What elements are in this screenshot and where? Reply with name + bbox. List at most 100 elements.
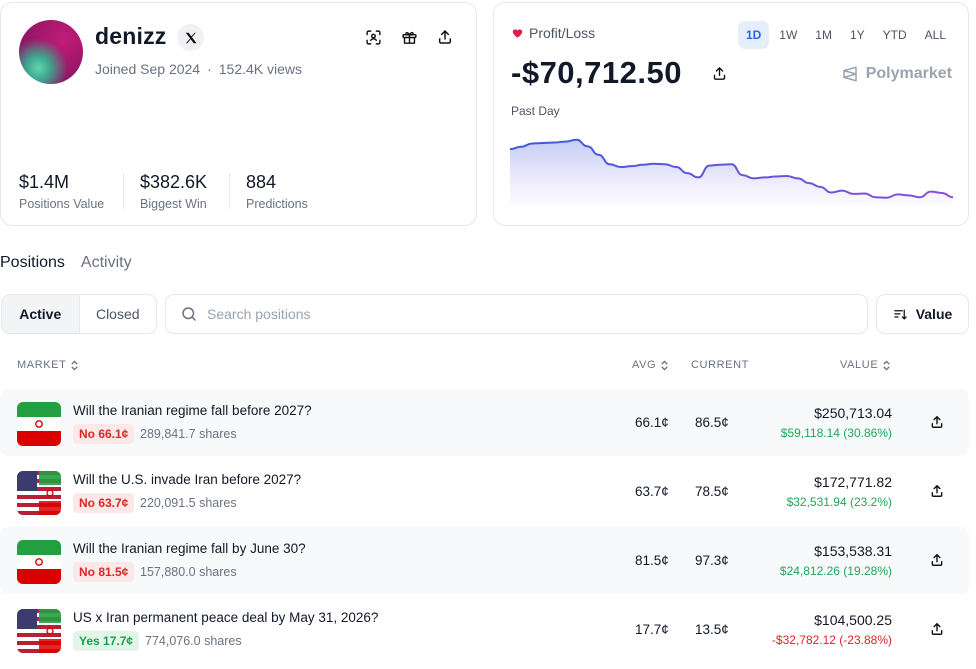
share-position-button[interactable] xyxy=(930,622,944,636)
stat-biggest-win: $382.6K Biggest Win xyxy=(140,171,207,211)
position-pnl: $59,118.14 (30.86%) xyxy=(780,426,892,440)
position-value: $153,538.31 xyxy=(814,543,892,559)
us-iran-flag-icon xyxy=(17,471,61,515)
share-position-button[interactable] xyxy=(930,484,944,498)
share-count: 157,880.0 shares xyxy=(140,565,237,579)
sort-label: Value xyxy=(915,306,953,322)
stat-value: 884 xyxy=(246,172,277,192)
avatar[interactable] xyxy=(19,20,83,84)
tab-positions[interactable]: Positions xyxy=(0,254,65,272)
market-title[interactable]: Will the Iranian regime fall by June 30? xyxy=(73,541,306,556)
search-input[interactable] xyxy=(207,306,847,322)
market-title[interactable]: Will the U.S. invade Iran before 2027? xyxy=(73,472,301,487)
share-icon xyxy=(930,554,944,571)
outcome-badge: No 66.1¢ xyxy=(73,424,135,444)
stat-label: Positions Value xyxy=(19,197,105,211)
scan-button[interactable] xyxy=(363,27,383,47)
stat-predictions: 884 Predictions xyxy=(246,171,308,211)
share-count: 774,076.0 shares xyxy=(145,634,242,648)
sort-chevrons-icon xyxy=(71,359,79,371)
filter-active-button[interactable]: Active xyxy=(2,295,80,333)
us-iran-flag-icon xyxy=(17,609,61,653)
joined-date: Joined Sep 2024 xyxy=(95,61,201,77)
position-pnl: -$32,782.12 (-23.88%) xyxy=(771,633,892,647)
chart-range-label: Past Day xyxy=(511,104,560,118)
column-header-current: CURRENT xyxy=(691,359,749,371)
view-count: 152.4K views xyxy=(218,61,303,77)
filter-closed-button[interactable]: Closed xyxy=(80,295,157,333)
position-pnl: $24,812.26 (19.28%) xyxy=(779,564,892,578)
avg-price: 63.7¢ xyxy=(635,484,669,499)
search-box xyxy=(165,294,868,334)
timeframe-all[interactable]: ALL xyxy=(917,21,954,49)
sort-icon xyxy=(893,309,907,320)
position-value: $172,771.82 xyxy=(814,474,892,490)
table-row[interactable]: US x Iran permanent peace deal by May 31… xyxy=(0,596,969,663)
share-position-button[interactable] xyxy=(930,553,944,567)
outcome-badge: Yes 17.7¢ xyxy=(73,631,140,651)
iran-flag-icon xyxy=(17,540,61,584)
search-icon xyxy=(180,305,198,323)
stat-divider xyxy=(123,173,124,209)
current-price: 13.5¢ xyxy=(695,622,729,637)
pnl-header: Profit/Loss xyxy=(512,25,595,41)
pnl-value: -$70,712.50 xyxy=(511,55,682,90)
sort-chevrons-icon xyxy=(661,359,668,371)
stat-value: $382.6K xyxy=(140,172,208,192)
sort-button[interactable]: Value xyxy=(876,294,969,334)
column-header-avg[interactable]: AVG xyxy=(632,359,669,371)
share-icon xyxy=(713,67,726,80)
market-title[interactable]: US x Iran permanent peace deal by May 31… xyxy=(73,610,378,625)
position-pnl: $32,531.94 (23.2%) xyxy=(786,495,892,509)
pnl-area-chart[interactable] xyxy=(510,131,953,205)
position-value: $104,500.25 xyxy=(814,612,892,628)
brand: Polymarket xyxy=(841,65,952,83)
outcome-badge: No 63.7¢ xyxy=(73,493,135,513)
brand-name: Polymarket xyxy=(865,65,952,82)
timeframe-1y[interactable]: 1Y xyxy=(842,21,873,49)
timeframe-1m[interactable]: 1M xyxy=(807,21,840,49)
avg-price: 66.1¢ xyxy=(635,415,669,430)
current-price: 78.5¢ xyxy=(695,484,729,499)
stat-label: Predictions xyxy=(246,197,308,211)
polymarket-logo-icon xyxy=(842,66,857,82)
status-filter: Active Closed xyxy=(1,294,157,334)
outcome-badge: No 81.5¢ xyxy=(73,562,135,582)
share-pnl-button[interactable] xyxy=(712,66,727,86)
timeframe-1d[interactable]: 1D xyxy=(737,21,770,49)
share-icon xyxy=(930,416,944,433)
section-tabs: Positions Activity xyxy=(0,254,132,272)
column-label: AVG xyxy=(632,359,657,371)
market-title[interactable]: Will the Iranian regime fall before 2027… xyxy=(73,403,312,418)
timeframe-ytd[interactable]: YTD xyxy=(875,21,915,49)
table-row[interactable]: Will the Iranian regime fall before 2027… xyxy=(0,389,969,456)
stat-divider xyxy=(229,173,230,209)
avg-price: 81.5¢ xyxy=(635,553,669,568)
x-social-link[interactable] xyxy=(177,24,204,51)
column-header-market[interactable]: MARKET xyxy=(17,359,79,371)
share-position-button[interactable] xyxy=(930,415,944,429)
profile-card: denizz Joined Sep 2024 · 152.4K views $1.4… xyxy=(0,2,477,226)
table-row[interactable]: Will the Iranian regime fall by June 30?… xyxy=(0,527,969,594)
stat-label: Biggest Win xyxy=(140,197,207,211)
table-row[interactable]: Will the U.S. invade Iran before 2027? No… xyxy=(0,458,969,525)
profile-meta: Joined Sep 2024 · 152.4K views xyxy=(95,61,302,77)
share-count: 220,091.5 shares xyxy=(140,496,237,510)
share-count: 289,841.7 shares xyxy=(140,427,237,441)
x-logo-icon xyxy=(185,32,197,43)
pnl-area-fill xyxy=(510,139,953,205)
current-price: 97.3¢ xyxy=(695,553,729,568)
share-icon xyxy=(930,623,944,640)
share-profile-button[interactable] xyxy=(435,27,455,47)
gift-icon xyxy=(401,31,417,44)
avg-price: 17.7¢ xyxy=(635,622,669,637)
username: denizz xyxy=(95,23,167,49)
share-icon xyxy=(930,485,944,502)
timeframe-1w[interactable]: 1W xyxy=(771,21,805,49)
position-value: $250,713.04 xyxy=(814,405,892,421)
column-header-value[interactable]: VALUE xyxy=(840,359,891,371)
tab-activity[interactable]: Activity xyxy=(81,254,132,272)
gift-button[interactable] xyxy=(399,27,419,47)
column-label: VALUE xyxy=(840,359,879,371)
sort-chevrons-icon xyxy=(883,359,890,371)
